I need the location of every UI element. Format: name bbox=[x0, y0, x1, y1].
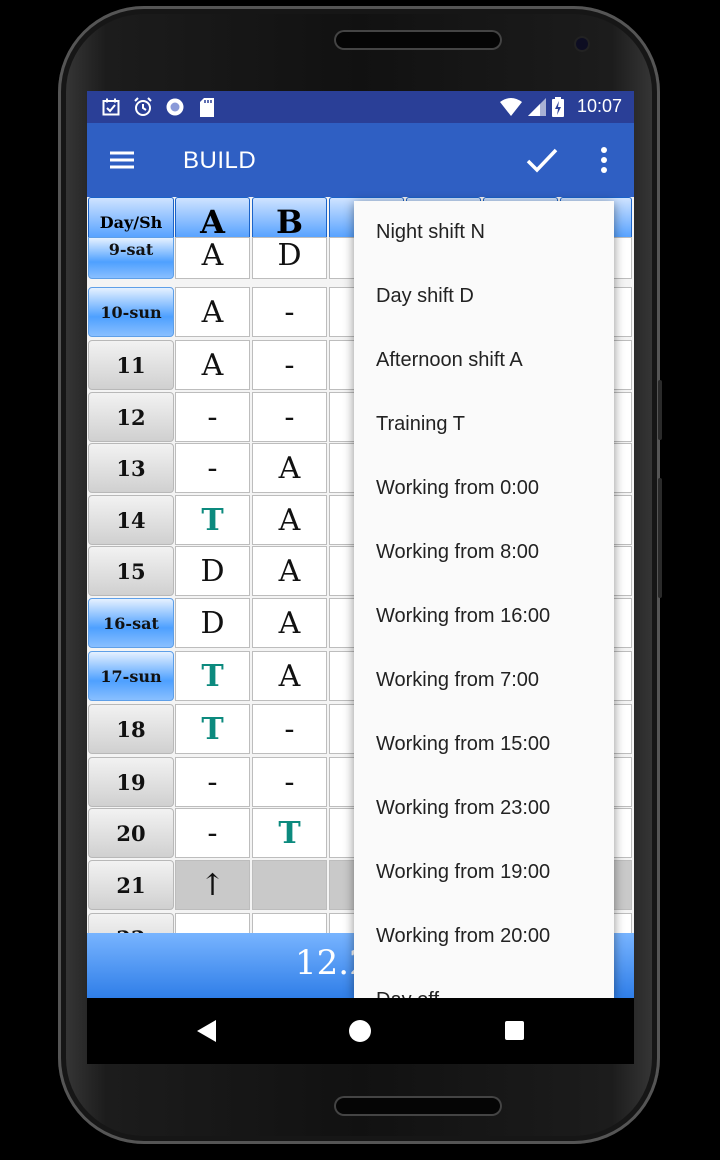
app-screen: 10:07 BUILD Day/Sh A B 9-sat A D 10-sun A -11 A -1… bbox=[87, 91, 634, 998]
day-cell: 13 bbox=[88, 443, 174, 493]
shift-cell[interactable]: A bbox=[175, 237, 250, 279]
signal-icon bbox=[528, 98, 546, 121]
calendar-check-icon bbox=[101, 97, 121, 117]
dropdown-item[interactable]: Night shift N bbox=[376, 221, 485, 244]
shift-cell[interactable]: - bbox=[175, 392, 250, 442]
shift-cell[interactable]: D bbox=[175, 598, 250, 648]
shift-cell[interactable]: - bbox=[252, 392, 327, 442]
shift-cell[interactable]: A bbox=[252, 651, 327, 701]
checkmark-icon[interactable] bbox=[525, 143, 559, 177]
dropdown-item[interactable]: Working from 7:00 bbox=[376, 669, 539, 692]
day-cell: 19 bbox=[88, 757, 174, 807]
shift-cell[interactable] bbox=[252, 860, 327, 910]
front-camera bbox=[576, 38, 588, 50]
shift-cell[interactable]: A bbox=[252, 495, 327, 545]
more-vertical-icon[interactable] bbox=[592, 145, 616, 175]
day-cell: 12 bbox=[88, 392, 174, 442]
dropdown-item[interactable]: Working from 8:00 bbox=[376, 541, 539, 564]
app-bar: BUILD bbox=[87, 123, 634, 197]
dropdown-item[interactable]: Working from 20:00 bbox=[376, 925, 550, 948]
shift-cell[interactable]: T bbox=[175, 495, 250, 545]
earpiece-speaker bbox=[334, 30, 502, 50]
day-cell: 15 bbox=[88, 546, 174, 596]
shift-cell[interactable]: - bbox=[175, 757, 250, 807]
volume-button bbox=[658, 380, 662, 440]
shift-cell[interactable]: A bbox=[175, 340, 250, 390]
back-triangle-icon[interactable] bbox=[197, 1020, 216, 1042]
day-cell: 18 bbox=[88, 704, 174, 754]
battery-charging-icon bbox=[552, 97, 564, 122]
dropdown-item[interactable]: Day off bbox=[376, 989, 439, 998]
bottom-speaker bbox=[334, 1096, 502, 1116]
day-cell: 20 bbox=[88, 808, 174, 858]
shift-cell[interactable]: T bbox=[252, 808, 327, 858]
shift-cell[interactable]: - bbox=[252, 757, 327, 807]
dropdown-item[interactable]: Working from 0:00 bbox=[376, 477, 539, 500]
shift-cell[interactable]: - bbox=[252, 340, 327, 390]
day-cell: 14 bbox=[88, 495, 174, 545]
system-nav-bar bbox=[87, 998, 634, 1064]
day-cell: 16-sat bbox=[88, 598, 174, 648]
shift-type-dropdown: Night shift N Day shift D Afternoon shift … bbox=[354, 201, 614, 998]
dropdown-item[interactable]: Working from 15:00 bbox=[376, 733, 550, 756]
recents-square-icon[interactable] bbox=[505, 1021, 524, 1040]
day-cell: 10-sun bbox=[88, 287, 174, 337]
shift-cell[interactable]: T bbox=[175, 704, 250, 754]
dropdown-item[interactable]: Training T bbox=[376, 413, 465, 436]
dropdown-item[interactable]: Afternoon shift A bbox=[376, 349, 523, 372]
shift-cell[interactable]: A bbox=[175, 287, 250, 337]
shift-cell[interactable]: - bbox=[175, 808, 250, 858]
alarm-icon bbox=[133, 97, 153, 117]
shift-cell[interactable]: A bbox=[252, 546, 327, 596]
shift-cell[interactable]: D bbox=[252, 237, 327, 279]
shift-cell[interactable]: - bbox=[175, 443, 250, 493]
dropdown-item[interactable]: Working from 16:00 bbox=[376, 605, 550, 628]
day-cell: 11 bbox=[88, 340, 174, 390]
dropdown-item[interactable]: Day shift D bbox=[376, 285, 474, 308]
day-cell: 21 bbox=[88, 860, 174, 910]
shift-cell[interactable]: A bbox=[252, 598, 327, 648]
dropdown-item[interactable]: Working from 23:00 bbox=[376, 797, 550, 820]
shift-cell[interactable]: ↑ bbox=[175, 860, 250, 910]
shift-cell[interactable]: - bbox=[252, 287, 327, 337]
app-title: BUILD bbox=[183, 147, 257, 174]
shift-cell[interactable]: D bbox=[175, 546, 250, 596]
shift-cell[interactable]: T bbox=[175, 651, 250, 701]
hamburger-menu-icon[interactable] bbox=[107, 147, 137, 173]
home-circle-icon[interactable] bbox=[349, 1020, 371, 1042]
shift-cell[interactable]: A bbox=[252, 443, 327, 493]
dropdown-item[interactable]: Working from 19:00 bbox=[376, 861, 550, 884]
power-button bbox=[658, 478, 662, 598]
day-cell: 9-sat bbox=[88, 237, 174, 279]
circle-icon bbox=[165, 97, 185, 117]
status-bar: 10:07 bbox=[87, 91, 634, 123]
sd-card-icon bbox=[197, 97, 217, 117]
wifi-icon bbox=[500, 98, 522, 121]
day-cell: 17-sun bbox=[88, 651, 174, 701]
shift-cell[interactable]: - bbox=[252, 704, 327, 754]
clock: 10:07 bbox=[576, 96, 622, 116]
